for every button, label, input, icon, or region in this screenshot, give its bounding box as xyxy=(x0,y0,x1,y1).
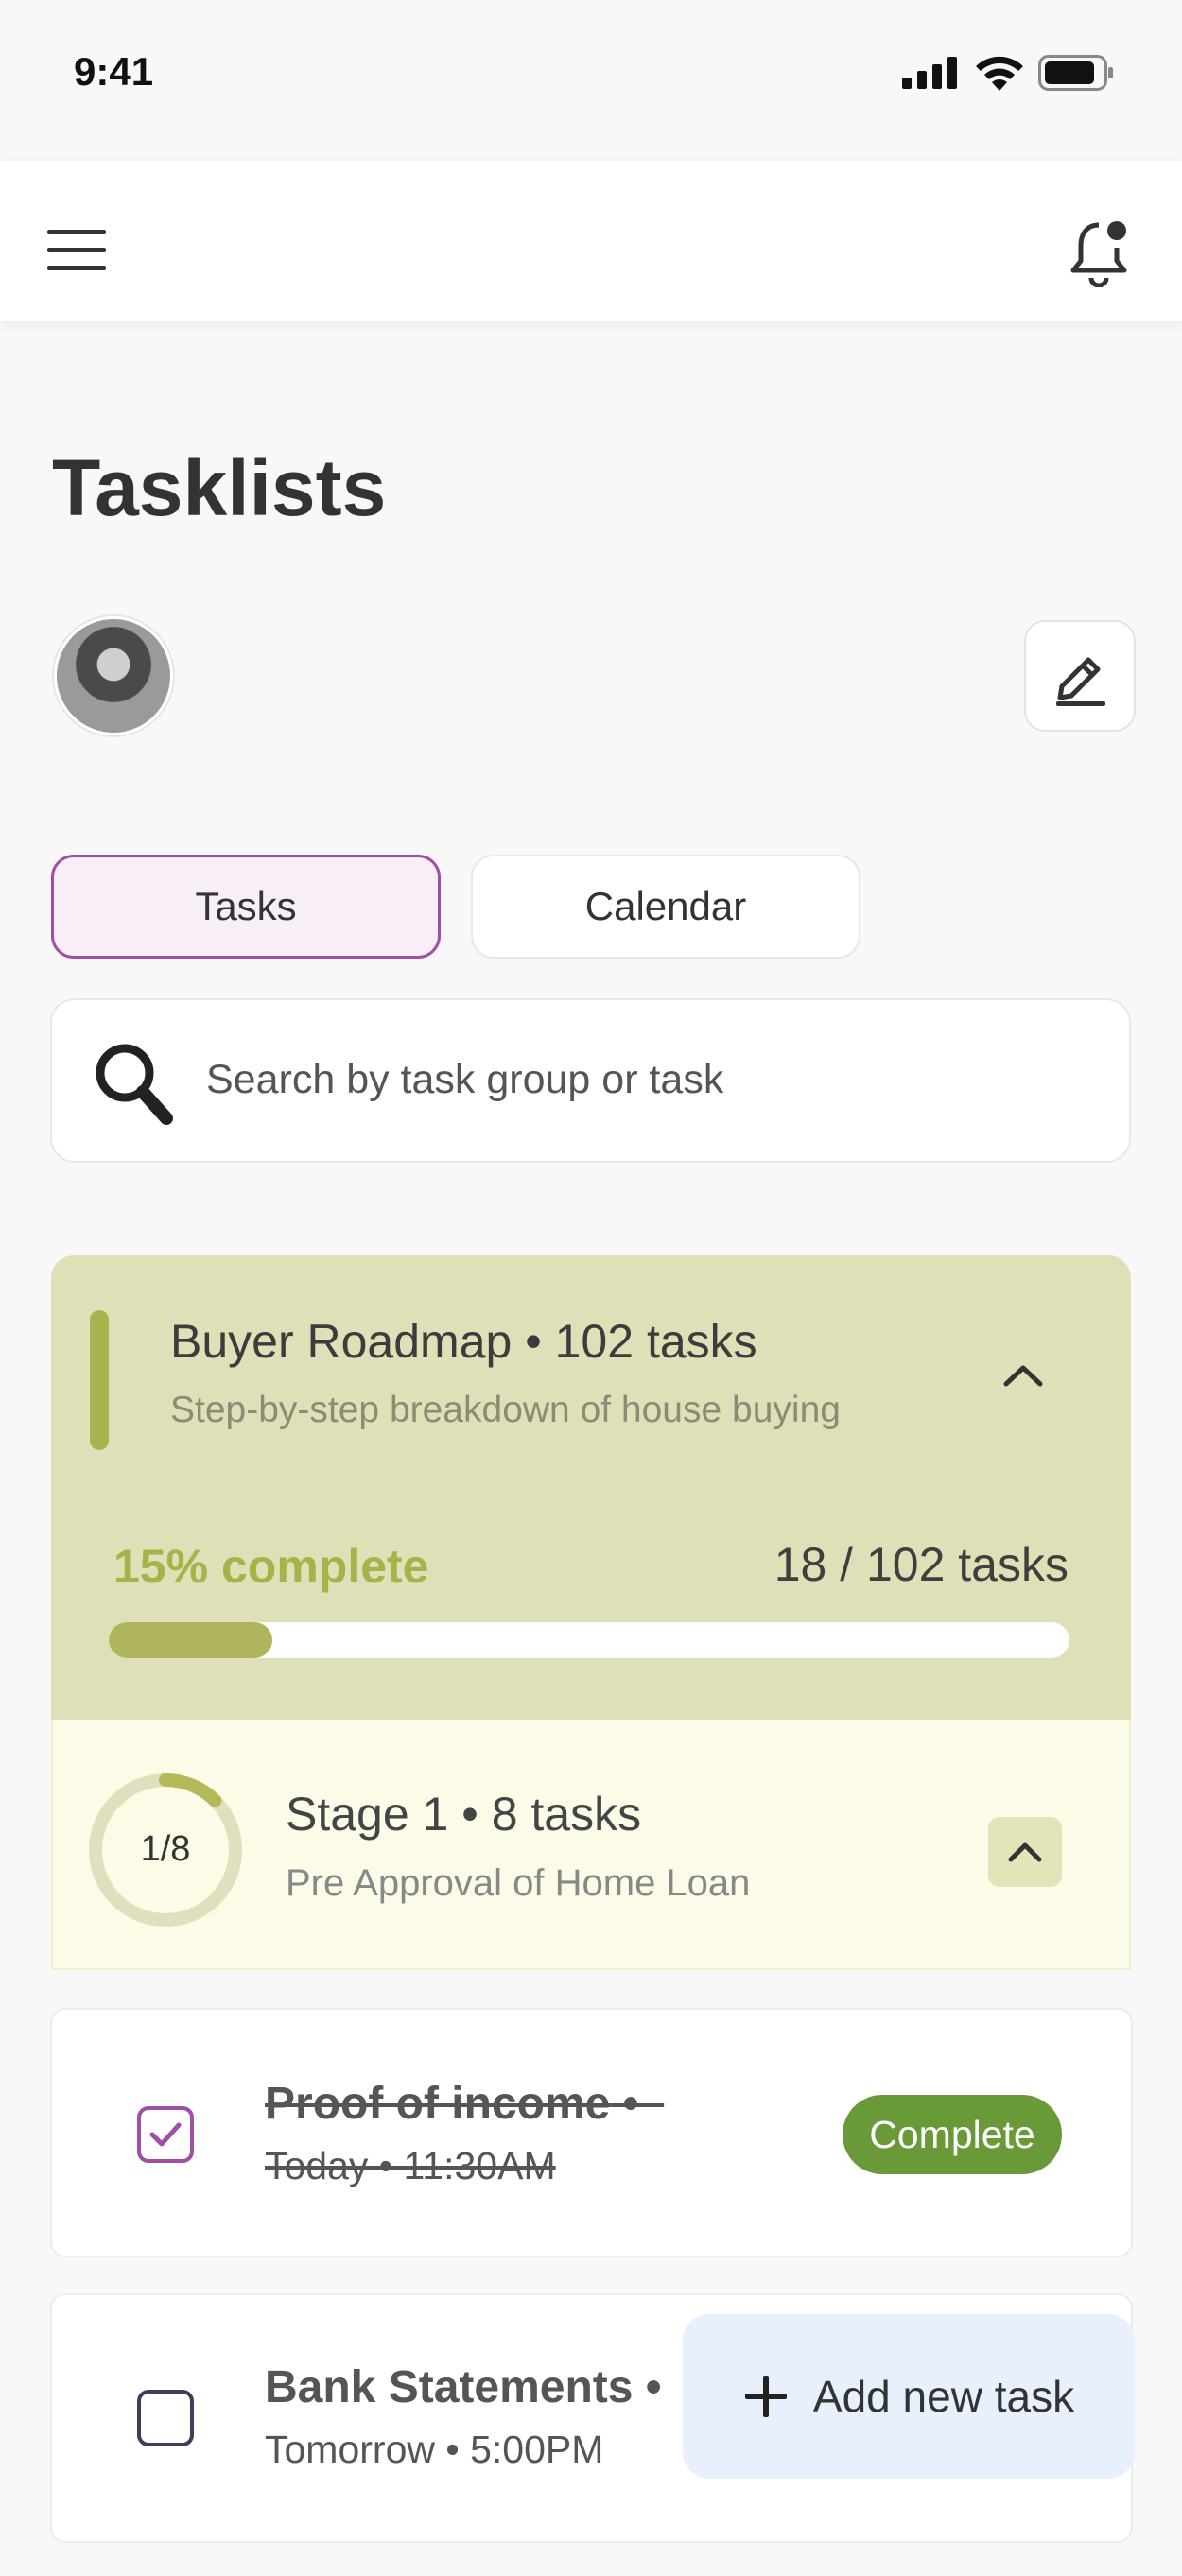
task-title: Bank Statements • xyxy=(265,2362,662,2412)
progress-count: 18 / 102 tasks xyxy=(774,1538,1069,1591)
tab-tasks[interactable]: Tasks xyxy=(51,855,441,959)
progress-bar xyxy=(109,1622,1069,1658)
edit-button[interactable] xyxy=(1024,620,1136,732)
task-title: Proof of income • xyxy=(265,2079,665,2129)
roadmap-subtitle: Step-by-step breakdown of house buying xyxy=(170,1390,841,1430)
task-due: Tomorrow • 5:00PM xyxy=(265,2428,604,2471)
status-time: 9:41 xyxy=(74,49,154,94)
status-icons xyxy=(902,55,1114,91)
status-badge: Complete xyxy=(843,2095,1062,2174)
progress-percent-value: 15% xyxy=(113,1540,209,1593)
search-placeholder: Search by task group or task xyxy=(206,1057,724,1102)
chevron-up-icon[interactable] xyxy=(1000,1361,1046,1390)
stage-name: Stage 1 xyxy=(286,1788,449,1841)
bell-icon[interactable] xyxy=(1069,217,1129,287)
separator-dot: • xyxy=(461,1788,492,1841)
search-icon xyxy=(96,1044,173,1125)
stage-progress-label: 1/8 xyxy=(140,1829,191,1869)
stage-title: Stage 1 • 8 tasks xyxy=(286,1787,641,1841)
page-title: Tasklists xyxy=(52,443,387,532)
task-checkbox[interactable] xyxy=(137,2390,194,2446)
roadmap-task-count: 102 tasks xyxy=(554,1315,757,1368)
roadmap-name: Buyer Roadmap xyxy=(170,1315,513,1368)
wifi-icon xyxy=(976,56,1023,91)
task-checkbox[interactable] xyxy=(137,2106,194,2163)
separator-dot: • xyxy=(525,1315,555,1368)
battery-icon xyxy=(1038,55,1113,91)
signal-icon xyxy=(902,57,957,89)
progress-complete-label: complete xyxy=(220,1540,429,1593)
menu-icon[interactable] xyxy=(47,230,106,271)
edit-icon xyxy=(1056,657,1105,706)
add-task-button[interactable]: Add new task xyxy=(683,2314,1135,2479)
roadmap-accent-bar xyxy=(90,1310,109,1450)
check-icon xyxy=(149,2122,182,2147)
chevron-up-icon xyxy=(1008,1842,1042,1862)
task-due: Today • 11:30AM xyxy=(265,2144,556,2187)
stage-collapse-button[interactable] xyxy=(988,1817,1062,1887)
plus-icon xyxy=(744,2376,787,2417)
avatar[interactable] xyxy=(54,616,173,735)
progress-bar-fill xyxy=(109,1622,272,1658)
tab-calendar[interactable]: Calendar xyxy=(471,855,860,959)
app-header xyxy=(0,161,1182,321)
roadmap-title: Buyer Roadmap • 102 tasks xyxy=(170,1314,757,1369)
stage-task-count: 8 tasks xyxy=(491,1788,642,1841)
add-task-label: Add new task xyxy=(812,2372,1075,2421)
stage-subtitle: Pre Approval of Home Loan xyxy=(286,1862,751,1904)
progress-percent: 15% complete xyxy=(113,1539,429,1594)
